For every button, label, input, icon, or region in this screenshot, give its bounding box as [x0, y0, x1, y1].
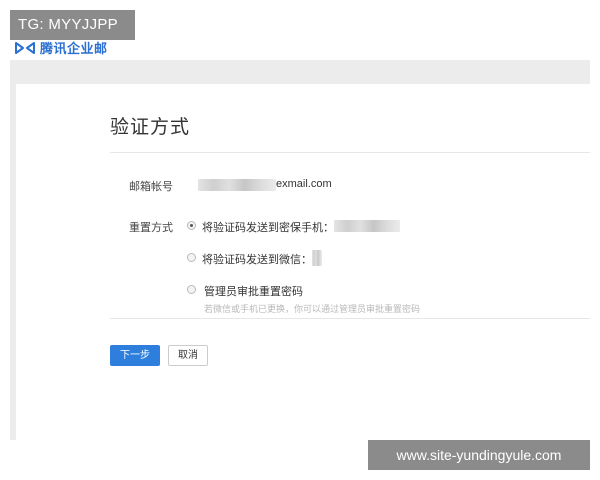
option-admin-label[interactable]: 管理员审批重置密码	[204, 283, 303, 299]
verification-card: 验证方式 邮箱帐号 exmail.com 重置方式 将验证码发送到密保手机： 将…	[16, 84, 590, 440]
form-divider	[110, 318, 590, 319]
radio-wechat[interactable]	[187, 253, 196, 262]
option-phone-label[interactable]: 将验证码发送到密保手机：	[202, 219, 334, 235]
tencent-exmail-logo-icon	[15, 41, 35, 54]
brand-logo[interactable]: 腾讯企业邮	[14, 38, 108, 57]
cancel-button[interactable]: 取消	[168, 345, 208, 366]
watermark-top-left: TG: MYYJJPP	[10, 10, 135, 40]
logo-text: 腾讯企业邮	[40, 41, 108, 56]
email-masked-value	[198, 179, 276, 191]
reset-method-label: 重置方式	[129, 222, 173, 234]
admin-hint: 若微信或手机已更换，你可以通过管理员审批重置密码	[204, 304, 421, 314]
wechat-masked-value	[312, 250, 322, 266]
email-suffix: exmail.com	[276, 178, 332, 190]
page: TG: MYYJJPP 腾讯企业邮 验证方式 邮箱帐号 exmail.com 重…	[0, 0, 600, 480]
radio-phone[interactable]	[187, 221, 196, 230]
watermark-bottom-right: www.site-yundingyule.com	[368, 440, 590, 470]
next-button[interactable]: 下一步	[110, 345, 160, 366]
email-label: 邮箱帐号	[129, 181, 173, 193]
header-band	[10, 60, 590, 84]
title-divider	[110, 152, 590, 153]
radio-admin[interactable]	[187, 285, 196, 294]
phone-masked-value	[334, 220, 400, 232]
option-wechat-label[interactable]: 将验证码发送到微信：	[202, 251, 312, 267]
page-title: 验证方式	[110, 117, 191, 138]
